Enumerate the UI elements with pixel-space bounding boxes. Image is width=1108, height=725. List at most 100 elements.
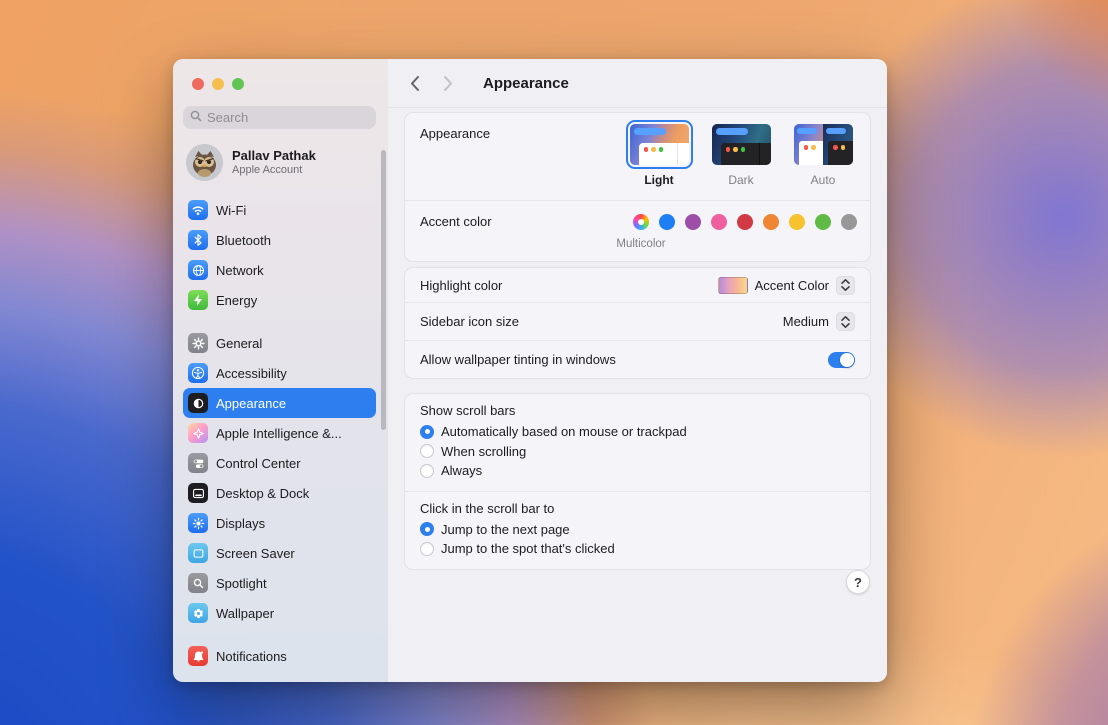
appearance-option-auto[interactable]: Auto bbox=[789, 120, 857, 187]
accent-swatch-graphite[interactable] bbox=[841, 214, 857, 230]
wallpaper-tinting-toggle[interactable] bbox=[828, 352, 855, 368]
sidebar-item-accessibility[interactable]: Accessibility bbox=[183, 358, 376, 388]
gear-icon bbox=[188, 333, 208, 353]
zoom-button[interactable] bbox=[232, 78, 244, 90]
profile-text: Pallav Pathak Apple Account bbox=[232, 148, 316, 177]
sidebar-item-screen-saver[interactable]: Screen Saver bbox=[183, 538, 376, 568]
stepper-icon[interactable] bbox=[836, 276, 855, 295]
sidebar-scrollbar[interactable] bbox=[381, 150, 386, 430]
radio-always[interactable]: Always bbox=[420, 461, 855, 481]
accent-swatch-orange[interactable] bbox=[763, 214, 779, 230]
sidebar-item-appearance[interactable]: Appearance bbox=[183, 388, 376, 418]
click-scroll-bar-section: Click in the scroll bar to Jump to the n… bbox=[405, 491, 870, 569]
globe-icon bbox=[188, 260, 208, 280]
appearance-icon bbox=[188, 393, 208, 413]
search-input[interactable]: Search bbox=[183, 106, 376, 129]
radio-selected-icon bbox=[420, 522, 434, 536]
sidebar-item-label: Bluetooth bbox=[216, 233, 271, 248]
radio-automatically[interactable]: Automatically based on mouse or trackpad bbox=[420, 422, 855, 442]
sidebar-item-general[interactable]: General bbox=[183, 328, 376, 358]
show-scroll-bars-title: Show scroll bars bbox=[420, 403, 855, 418]
sidebar-item-label: Appearance bbox=[216, 396, 286, 411]
sidebar-item-energy[interactable]: Energy bbox=[183, 285, 376, 315]
apple-account-item[interactable]: Pallav Pathak Apple Account bbox=[186, 144, 376, 181]
accent-swatches: Multicolor bbox=[633, 214, 857, 230]
sidebar-icon-size-row: Sidebar icon size Medium bbox=[405, 302, 870, 340]
highlight-color-select[interactable]: Accent Color bbox=[718, 276, 855, 295]
sidebar-item-label: Energy bbox=[216, 293, 257, 308]
scroll-bars-group: Show scroll bars Automatically based on … bbox=[404, 393, 871, 570]
stepper-icon[interactable] bbox=[836, 312, 855, 331]
displays-icon bbox=[188, 513, 208, 533]
control-center-icon bbox=[188, 453, 208, 473]
radio-when-scrolling[interactable]: When scrolling bbox=[420, 442, 855, 462]
accent-swatch-blue[interactable] bbox=[659, 214, 675, 230]
dark-thumbnail bbox=[708, 120, 775, 169]
search-placeholder: Search bbox=[207, 110, 248, 125]
sidebar-item-spotlight[interactable]: Spotlight bbox=[183, 568, 376, 598]
main-header: Appearance bbox=[388, 59, 887, 108]
radio-jump-next-page[interactable]: Jump to the next page bbox=[420, 520, 855, 540]
radio-unselected-icon bbox=[420, 542, 434, 556]
sidebar-group-gap bbox=[183, 315, 376, 328]
sidebar-nav: Wi-Fi Bluetooth Network bbox=[183, 195, 376, 671]
sidebar-item-network[interactable]: Network bbox=[183, 255, 376, 285]
sidebar-item-label: Network bbox=[216, 263, 264, 278]
radio-jump-to-spot[interactable]: Jump to the spot that's clicked bbox=[420, 539, 855, 559]
light-label: Light bbox=[644, 173, 673, 187]
sidebar-item-bluetooth[interactable]: Bluetooth bbox=[183, 225, 376, 255]
minimize-button[interactable] bbox=[212, 78, 224, 90]
sidebar-item-desktop-dock[interactable]: Desktop & Dock bbox=[183, 478, 376, 508]
appearance-option-dark[interactable]: Dark bbox=[707, 120, 775, 187]
accent-swatch-pink[interactable] bbox=[711, 214, 727, 230]
appearance-option-light[interactable]: Light bbox=[625, 120, 693, 187]
click-scroll-bar-title: Click in the scroll bar to bbox=[420, 501, 855, 516]
accent-swatch-green[interactable] bbox=[815, 214, 831, 230]
accent-swatch-red[interactable] bbox=[737, 214, 753, 230]
accent-color-row: Accent color Multicolor bbox=[405, 200, 870, 261]
light-thumbnail bbox=[626, 120, 693, 169]
sidebar-icon-size-select[interactable]: Medium bbox=[783, 312, 855, 331]
accent-swatch-multicolor[interactable] bbox=[633, 214, 649, 230]
sidebar-item-label: Wi-Fi bbox=[216, 203, 246, 218]
avatar bbox=[186, 144, 223, 181]
wallpaper-tinting-label: Allow wallpaper tinting in windows bbox=[420, 352, 616, 367]
bolt-icon bbox=[188, 290, 208, 310]
window-controls bbox=[183, 59, 388, 90]
sidebar-item-displays[interactable]: Displays bbox=[183, 508, 376, 538]
accent-swatch-yellow[interactable] bbox=[789, 214, 805, 230]
sidebar-item-label: Screen Saver bbox=[216, 546, 295, 561]
radio-unselected-icon bbox=[420, 464, 434, 478]
toggle-knob bbox=[840, 353, 854, 367]
radio-selected-icon bbox=[420, 425, 434, 439]
highlight-color-value: Accent Color bbox=[755, 278, 829, 293]
accessibility-icon bbox=[188, 363, 208, 383]
accent-selected-name: Multicolor bbox=[615, 238, 667, 250]
search-icon bbox=[190, 109, 202, 127]
apple-intelligence-icon bbox=[188, 423, 208, 443]
sidebar-item-wifi[interactable]: Wi-Fi bbox=[183, 195, 376, 225]
appearance-label: Appearance bbox=[420, 126, 490, 141]
system-settings-window: Search Pallav Pathak bbox=[173, 59, 887, 682]
help-button[interactable]: ? bbox=[846, 570, 870, 594]
forward-button[interactable] bbox=[437, 72, 459, 94]
radio-unselected-icon bbox=[420, 444, 434, 458]
screen-saver-icon bbox=[188, 543, 208, 563]
settings-sidebar: Search Pallav Pathak bbox=[173, 59, 388, 682]
appearance-options: Light bbox=[625, 120, 857, 187]
highlight-color-swatch bbox=[718, 277, 748, 294]
sidebar-item-notifications[interactable]: Notifications bbox=[183, 641, 376, 671]
sidebar-item-label: Desktop & Dock bbox=[216, 486, 309, 501]
back-button[interactable] bbox=[403, 72, 425, 94]
spotlight-icon bbox=[188, 573, 208, 593]
appearance-group: Appearance bbox=[404, 112, 871, 262]
sidebar-item-wallpaper[interactable]: Wallpaper bbox=[183, 598, 376, 628]
bluetooth-icon bbox=[188, 230, 208, 250]
highlight-color-label: Highlight color bbox=[420, 278, 502, 293]
accent-swatch-purple[interactable] bbox=[685, 214, 701, 230]
close-button[interactable] bbox=[192, 78, 204, 90]
sidebar-item-apple-intelligence[interactable]: Apple Intelligence &... bbox=[183, 418, 376, 448]
profile-name: Pallav Pathak bbox=[232, 148, 316, 164]
sidebar-item-control-center[interactable]: Control Center bbox=[183, 448, 376, 478]
sidebar-item-label: Accessibility bbox=[216, 366, 287, 381]
